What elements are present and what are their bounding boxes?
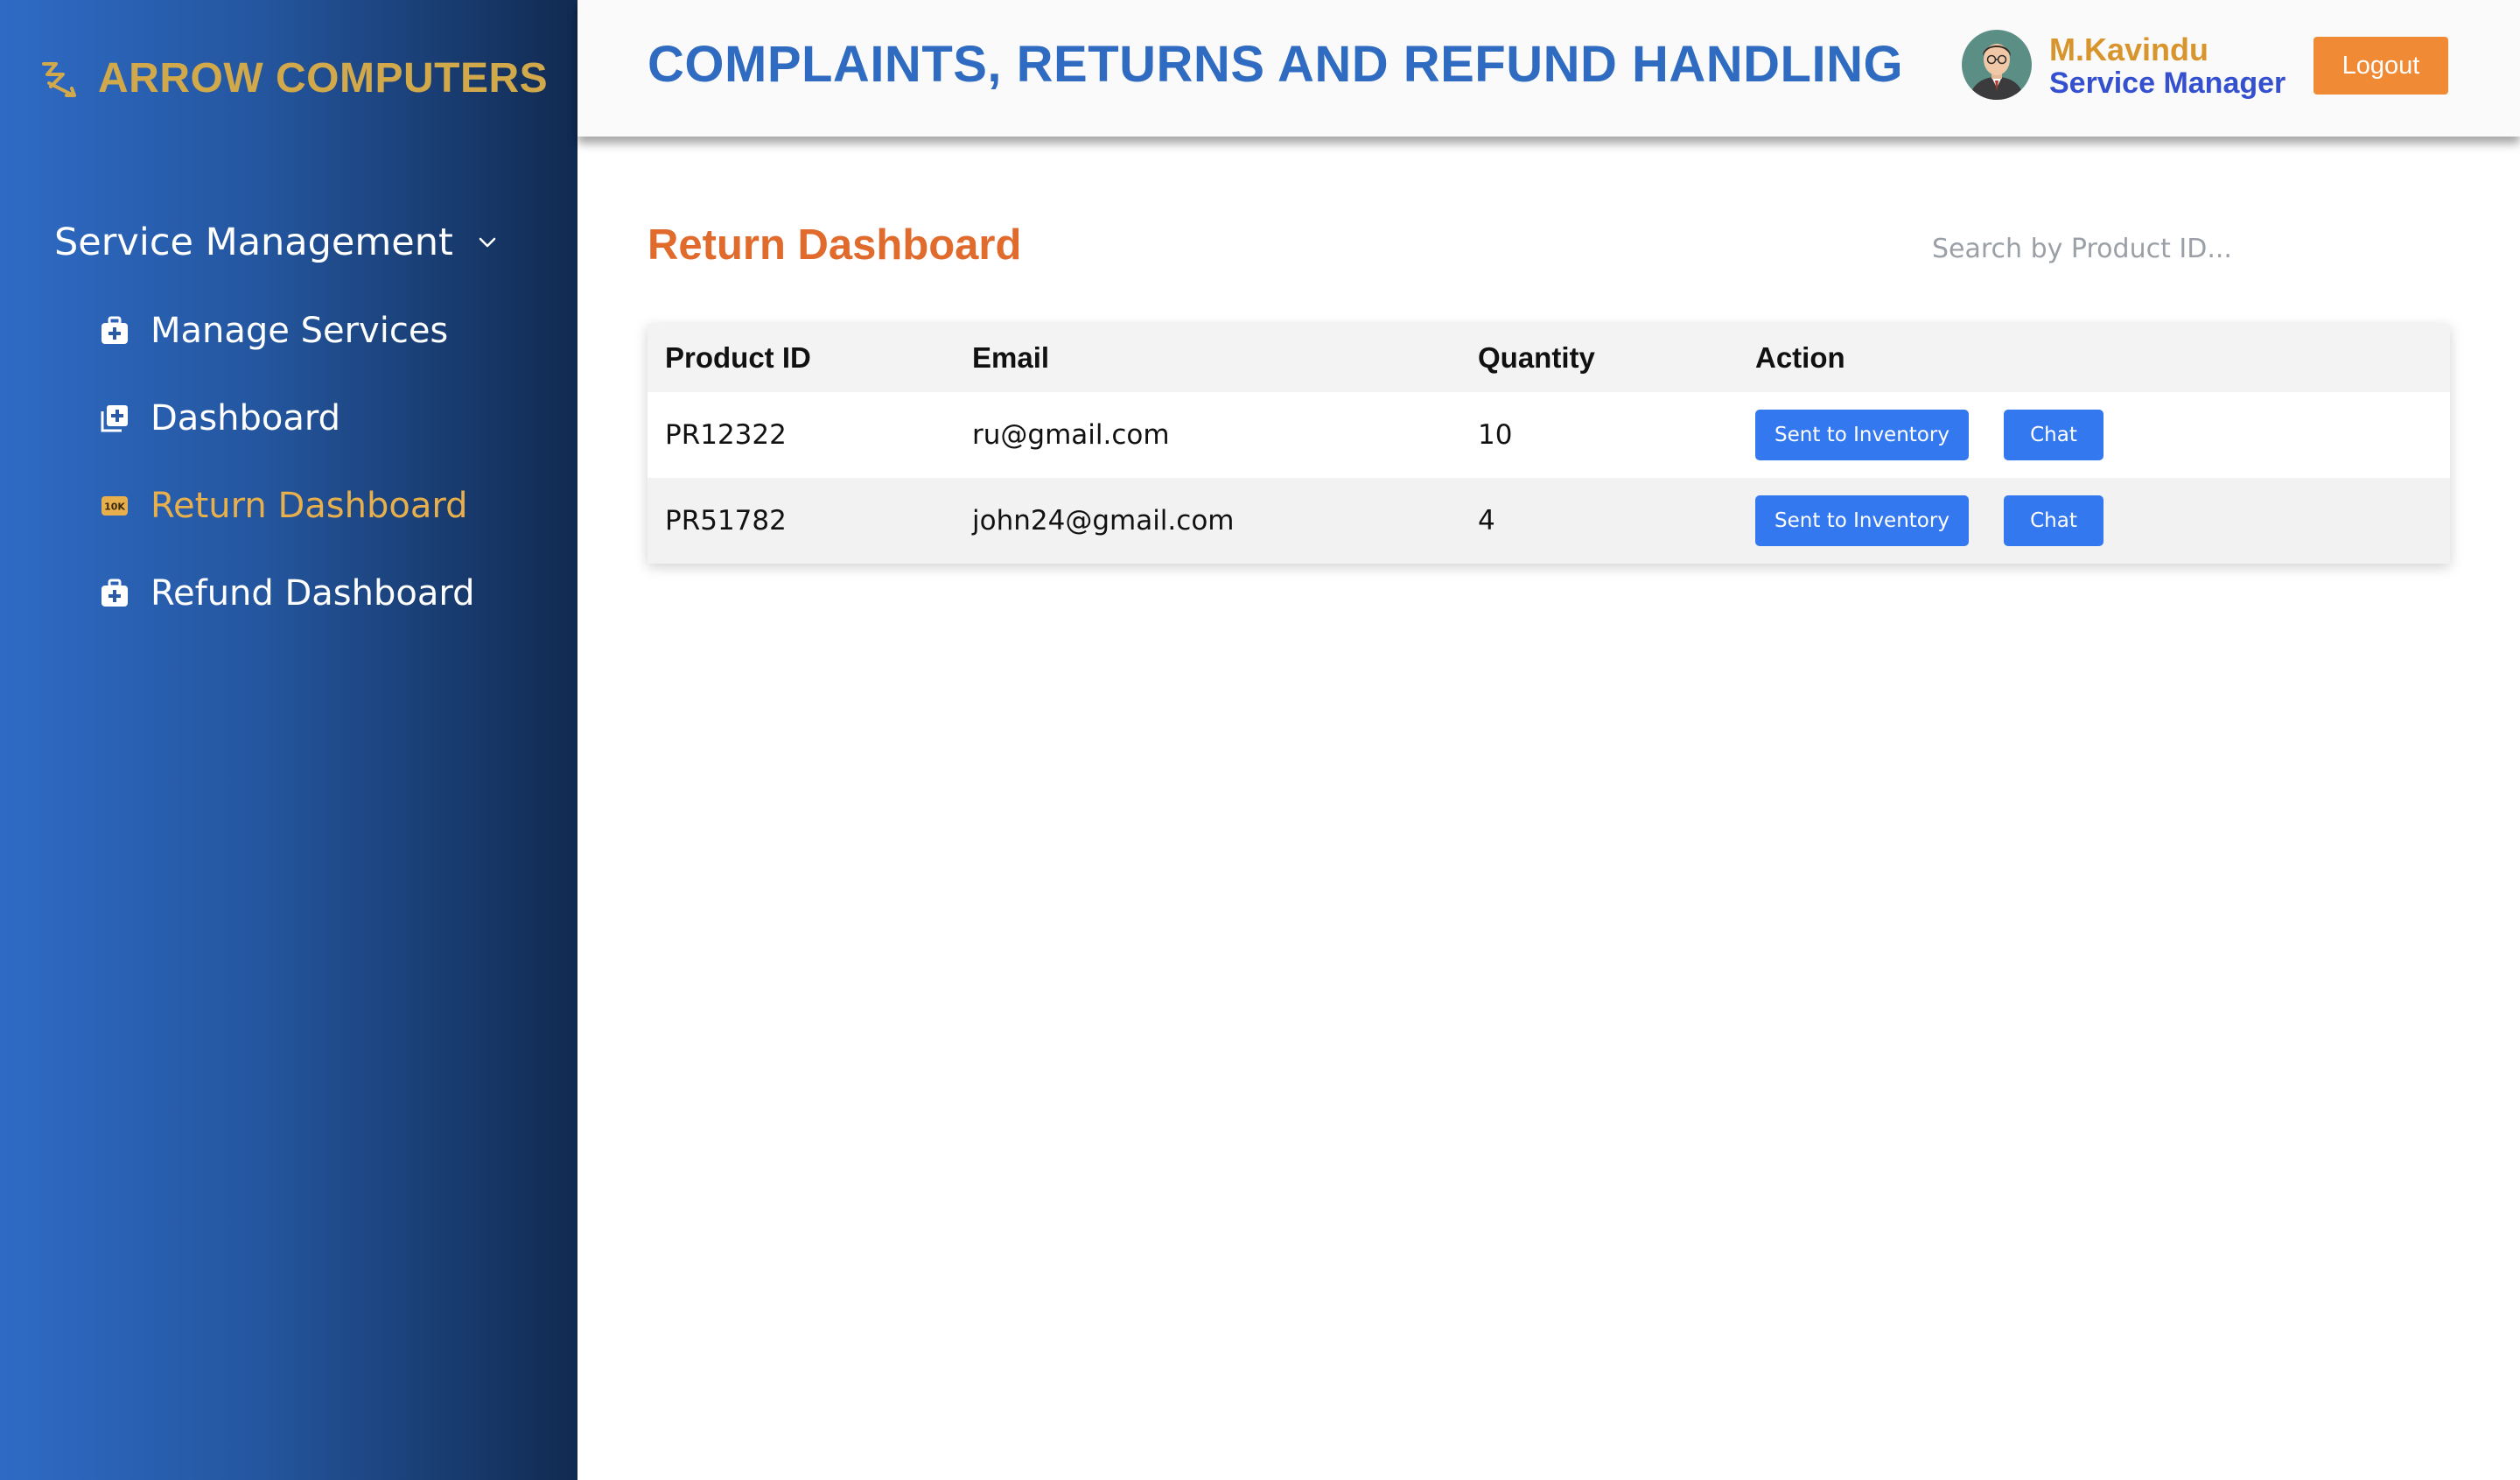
medkit-icon (102, 316, 128, 344)
cell-email: john24@gmail.com (972, 505, 1235, 537)
sidebar-item-label: Return Dashboard (150, 486, 468, 526)
user-avatar-icon (1962, 30, 2032, 100)
search-input[interactable] (1932, 224, 2300, 273)
table-header: Product ID Email Quantity Action (648, 324, 2450, 392)
table-row: PR51782 john24@gmail.com 4 Sent to Inven… (648, 478, 2450, 564)
column-header-product-id: Product ID (665, 341, 811, 374)
sidebar-item-label: Dashboard (150, 398, 341, 438)
chat-button[interactable]: Chat (2004, 410, 2104, 460)
user-name: M.Kavindu (2049, 32, 2209, 67)
badge-10k-icon: 10K (102, 496, 128, 516)
cell-quantity: 10 (1478, 419, 1513, 451)
sidebar-item-label: Refund Dashboard (150, 573, 475, 614)
sidebar-item-refund-dashboard[interactable]: Refund Dashboard (100, 573, 475, 614)
avatar[interactable] (1962, 30, 2032, 100)
returns-table: Product ID Email Quantity Action PR12322… (648, 324, 2450, 564)
top-header: COMPLAINTS, RETURNS AND REFUND HANDLING … (578, 0, 2520, 137)
section-title: Return Dashboard (648, 221, 1022, 269)
column-header-action: Action (1755, 341, 1845, 374)
table-row: PR12322 ru@gmail.com 10 Sent to Inventor… (648, 392, 2450, 478)
sidebar-item-manage-services[interactable]: Manage Services (100, 311, 448, 351)
sidebar-item-label: Manage Services (150, 311, 449, 351)
nav-group-label: Service Management (54, 221, 453, 264)
cell-actions: Sent to Inventory Chat (1755, 495, 2450, 546)
sidebar-item-dashboard[interactable]: Dashboard (100, 398, 340, 438)
arrow-logo-icon (42, 61, 76, 97)
cell-actions: Sent to Inventory Chat (1755, 410, 2450, 460)
brand[interactable]: ARROW COMPUTERS (38, 54, 548, 102)
nav-group-service-management[interactable]: Service Management (54, 221, 499, 264)
sent-to-inventory-button[interactable]: Sent to Inventory (1755, 495, 1969, 546)
sidebar-item-return-dashboard[interactable]: 10K Return Dashboard (100, 486, 467, 526)
chat-button[interactable]: Chat (2004, 495, 2104, 546)
svg-text:10K: 10K (104, 502, 125, 513)
page-title: COMPLAINTS, RETURNS AND REFUND HANDLING (648, 36, 1904, 93)
user-role: Service Manager (2049, 67, 2286, 100)
cell-product-id: PR12322 (665, 419, 787, 451)
column-header-quantity: Quantity (1478, 341, 1595, 374)
sent-to-inventory-button[interactable]: Sent to Inventory (1755, 410, 1969, 460)
cell-product-id: PR51782 (665, 505, 787, 537)
logout-button[interactable]: Logout (2314, 37, 2448, 95)
sidebar: ARROW COMPUTERS Service Management Manag… (0, 0, 578, 1480)
cell-quantity: 4 (1478, 505, 1495, 537)
cell-email: ru@gmail.com (972, 419, 1170, 451)
column-header-email: Email (972, 341, 1050, 374)
medkit-icon (102, 579, 128, 607)
chevron-down-icon (479, 237, 496, 248)
add-square-icon (101, 405, 128, 432)
brand-name: ARROW COMPUTERS (98, 55, 549, 102)
